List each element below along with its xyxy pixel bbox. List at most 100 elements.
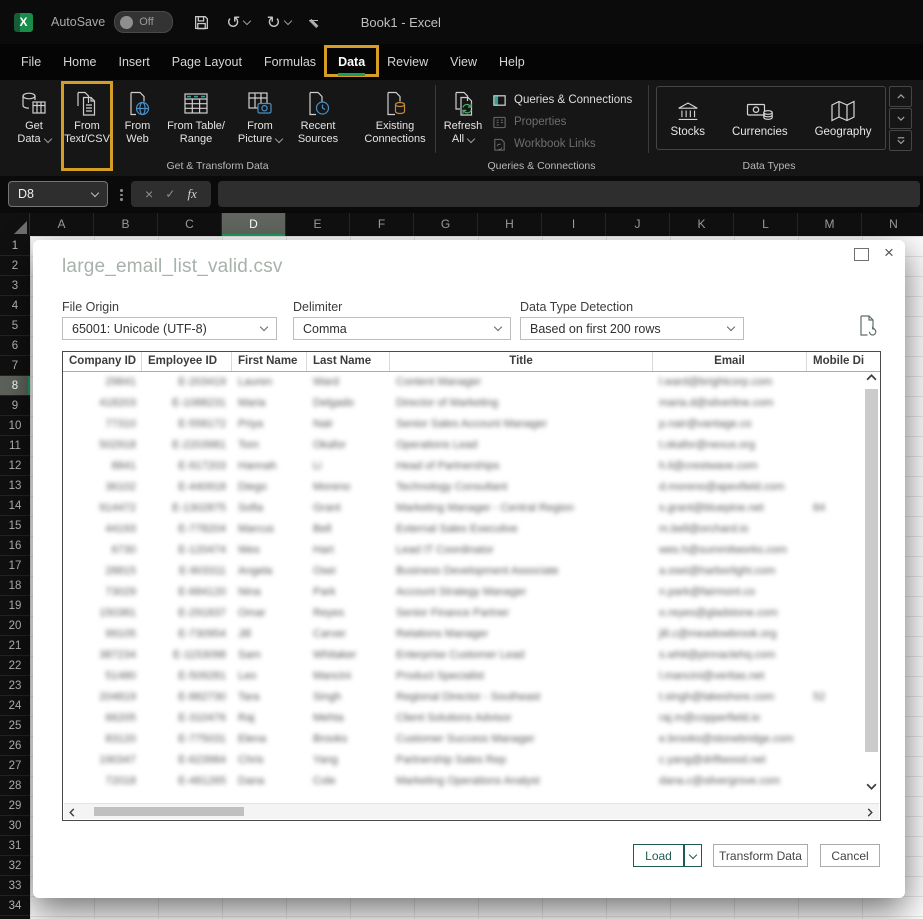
scroll-down-button[interactable]	[863, 783, 880, 790]
column-header-cell[interactable]: B	[94, 213, 158, 236]
row-header-cell[interactable]: 15	[0, 516, 30, 536]
from-web-button[interactable]: From Web	[114, 83, 161, 169]
data-type-detection-select[interactable]: Based on first 200 rows	[520, 317, 744, 340]
row-header-cell[interactable]: 20	[0, 616, 30, 636]
row-header-cell[interactable]: 28	[0, 776, 30, 796]
delimiter-select[interactable]: Comma	[293, 317, 511, 340]
from-picture-button[interactable]: From Picture	[231, 83, 289, 169]
gallery-scroll-up-button[interactable]	[889, 86, 912, 107]
row-header-cell[interactable]: 31	[0, 836, 30, 856]
row-header-cell[interactable]: 11	[0, 436, 30, 456]
gallery-more-button[interactable]	[889, 130, 912, 151]
ribbon-tab[interactable]: Review	[376, 47, 439, 77]
cancel-entry-button[interactable]: ×	[145, 186, 153, 202]
row-header-cell[interactable]: 3	[0, 276, 30, 296]
row-header-cell[interactable]: 22	[0, 656, 30, 676]
autosave-toggle[interactable]: Off	[114, 11, 174, 33]
scroll-right-button[interactable]	[867, 808, 873, 817]
dialog-close-button[interactable]: ×	[884, 242, 894, 264]
row-header-cell[interactable]: 25	[0, 716, 30, 736]
row-header-cell[interactable]: 8	[0, 376, 30, 396]
row-header-cell[interactable]: 33	[0, 876, 30, 896]
row-header-cell[interactable]: 27	[0, 756, 30, 776]
column-header-cell[interactable]: G	[414, 213, 478, 236]
formula-input[interactable]	[218, 181, 920, 207]
row-header-cell[interactable]: 17	[0, 556, 30, 576]
column-header-cell[interactable]: H	[478, 213, 542, 236]
row-header-cell[interactable]: 21	[0, 636, 30, 656]
redo-button[interactable]: ↻	[266, 14, 292, 31]
column-header-cell[interactable]: M	[798, 213, 862, 236]
ribbon-tab[interactable]: File	[10, 47, 52, 77]
row-header-cell[interactable]: 30	[0, 816, 30, 836]
row-header-cell[interactable]: 6	[0, 336, 30, 356]
row-header-cell[interactable]: 34	[0, 896, 30, 916]
row-header-cell[interactable]: 2	[0, 256, 30, 276]
cancel-button[interactable]: Cancel	[820, 844, 880, 867]
stocks-button[interactable]: Stocks	[670, 98, 705, 138]
vertical-scroll-thumb[interactable]	[865, 389, 878, 752]
save-button[interactable]	[193, 14, 210, 31]
from-table-range-button[interactable]: From Table/ Range	[163, 83, 229, 169]
preview-horizontal-scrollbar[interactable]	[64, 803, 879, 819]
undo-button[interactable]: ↺	[226, 14, 252, 31]
row-header-cell[interactable]: 9	[0, 396, 30, 416]
row-header-cell[interactable]: 10	[0, 416, 30, 436]
file-origin-select[interactable]: 65001: Unicode (UTF-8)	[62, 317, 277, 340]
row-header-cell[interactable]: 5	[0, 316, 30, 336]
row-header-cell[interactable]: 14	[0, 496, 30, 516]
drag-handle-icon[interactable]	[120, 189, 123, 201]
geography-button[interactable]: Geography	[815, 98, 871, 138]
from-text-csv-button[interactable]: From Text/CSV	[61, 81, 113, 171]
ribbon-tab[interactable]: Help	[488, 47, 536, 77]
ribbon-tab[interactable]: View	[439, 47, 488, 77]
ribbon-tab[interactable]: Page Layout	[161, 47, 253, 77]
column-header-cell[interactable]: I	[542, 213, 606, 236]
queries-and-connections-button[interactable]: Queries & Connections	[492, 89, 632, 111]
row-header-cell[interactable]: 16	[0, 536, 30, 556]
row-header-cell[interactable]: 7	[0, 356, 30, 376]
row-header-cell[interactable]: 1	[0, 236, 30, 256]
row-header-cell[interactable]: 19	[0, 596, 30, 616]
row-header-cell[interactable]: 13	[0, 476, 30, 496]
row-header-cell[interactable]: 24	[0, 696, 30, 716]
column-header-cell[interactable]: L	[734, 213, 798, 236]
load-button[interactable]: Load	[633, 844, 684, 867]
row-header-cell[interactable]: 12	[0, 456, 30, 476]
row-header-cell[interactable]: 26	[0, 736, 30, 756]
name-box[interactable]: D8	[8, 181, 108, 207]
column-header-cell[interactable]: C	[158, 213, 222, 236]
ribbon-tab[interactable]: Insert	[108, 47, 161, 77]
refresh-preview-button[interactable]	[857, 314, 877, 338]
row-header-cell[interactable]: 4	[0, 296, 30, 316]
column-header-cell[interactable]: N	[862, 213, 923, 236]
refresh-all-button[interactable]: Refresh All	[439, 83, 487, 169]
existing-connections-button[interactable]: Existing Connections	[353, 83, 437, 169]
row-header-cell[interactable]: 32	[0, 856, 30, 876]
customize-quick-access-button[interactable]	[309, 18, 319, 28]
dialog-maximize-button[interactable]	[854, 248, 869, 261]
ribbon-tab[interactable]: Home	[52, 47, 107, 77]
column-header-cell[interactable]: J	[606, 213, 670, 236]
column-header-cell[interactable]: F	[350, 213, 414, 236]
insert-function-button[interactable]: fx	[188, 186, 197, 202]
column-header-cell[interactable]: E	[286, 213, 350, 236]
gallery-scroll-down-button[interactable]	[889, 108, 912, 129]
confirm-entry-button[interactable]: ✓	[165, 187, 175, 201]
currencies-button[interactable]: Currencies	[732, 98, 788, 138]
row-header-cell[interactable]: 23	[0, 676, 30, 696]
row-header-cell[interactable]: 18	[0, 576, 30, 596]
get-data-button[interactable]: Get Data	[8, 83, 60, 169]
horizontal-scroll-thumb[interactable]	[94, 807, 244, 816]
row-header-cell[interactable]: 29	[0, 796, 30, 816]
ribbon-tab[interactable]: Formulas	[253, 47, 327, 77]
select-all-corner[interactable]	[0, 213, 30, 236]
transform-data-button[interactable]: Transform Data	[713, 844, 808, 867]
preview-vertical-scrollbar[interactable]	[863, 372, 880, 804]
recent-sources-button[interactable]: Recent Sources	[291, 83, 345, 169]
column-header-cell[interactable]: K	[670, 213, 734, 236]
column-header-cell[interactable]: D	[222, 213, 286, 236]
load-dropdown-button[interactable]	[684, 844, 702, 867]
column-header-cell[interactable]: A	[30, 213, 94, 236]
ribbon-tab[interactable]: Data	[324, 45, 380, 77]
